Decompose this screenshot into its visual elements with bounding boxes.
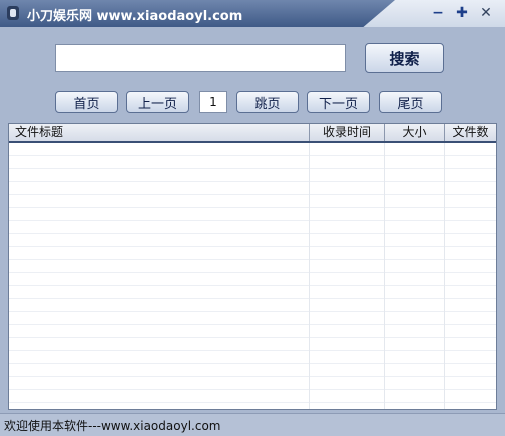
window-title: 小刀娱乐网 www.xiaodaoyl.com bbox=[27, 9, 243, 24]
app-window: 小刀娱乐网 www.xiaodaoyl.com − ✚ ✕ 搜索 首页 上一页 … bbox=[0, 0, 505, 436]
page-number-input[interactable]: 1 bbox=[199, 91, 227, 113]
maximize-icon[interactable]: ✚ bbox=[453, 5, 471, 21]
table-header: 文件标题 收录时间 大小 文件数 bbox=[9, 124, 496, 143]
search-button[interactable]: 搜索 bbox=[365, 43, 444, 73]
column-divider bbox=[384, 143, 385, 409]
column-divider bbox=[309, 143, 310, 409]
next-page-button[interactable]: 下一页 bbox=[307, 91, 370, 113]
app-icon bbox=[7, 6, 19, 20]
column-header-count[interactable]: 文件数 bbox=[445, 124, 496, 141]
prev-page-button[interactable]: 上一页 bbox=[126, 91, 189, 113]
title-bar[interactable]: 小刀娱乐网 www.xiaodaoyl.com − ✚ ✕ bbox=[0, 0, 505, 27]
jump-page-button[interactable]: 跳页 bbox=[236, 91, 299, 113]
results-table[interactable]: 文件标题 收录时间 大小 文件数 bbox=[8, 123, 497, 410]
column-header-time[interactable]: 收录时间 bbox=[310, 124, 385, 141]
column-header-title[interactable]: 文件标题 bbox=[9, 124, 310, 141]
search-input[interactable] bbox=[55, 44, 346, 72]
column-header-size[interactable]: 大小 bbox=[385, 124, 445, 141]
first-page-button[interactable]: 首页 bbox=[55, 91, 118, 113]
status-bar: 欢迎使用本软件---www.xiaodaoyl.com bbox=[0, 413, 505, 436]
close-icon[interactable]: ✕ bbox=[477, 5, 495, 21]
minimize-icon[interactable]: − bbox=[429, 5, 447, 21]
last-page-button[interactable]: 尾页 bbox=[379, 91, 442, 113]
table-body[interactable] bbox=[9, 143, 496, 409]
column-divider bbox=[444, 143, 445, 409]
status-text: 欢迎使用本软件---www.xiaodaoyl.com bbox=[4, 419, 221, 433]
